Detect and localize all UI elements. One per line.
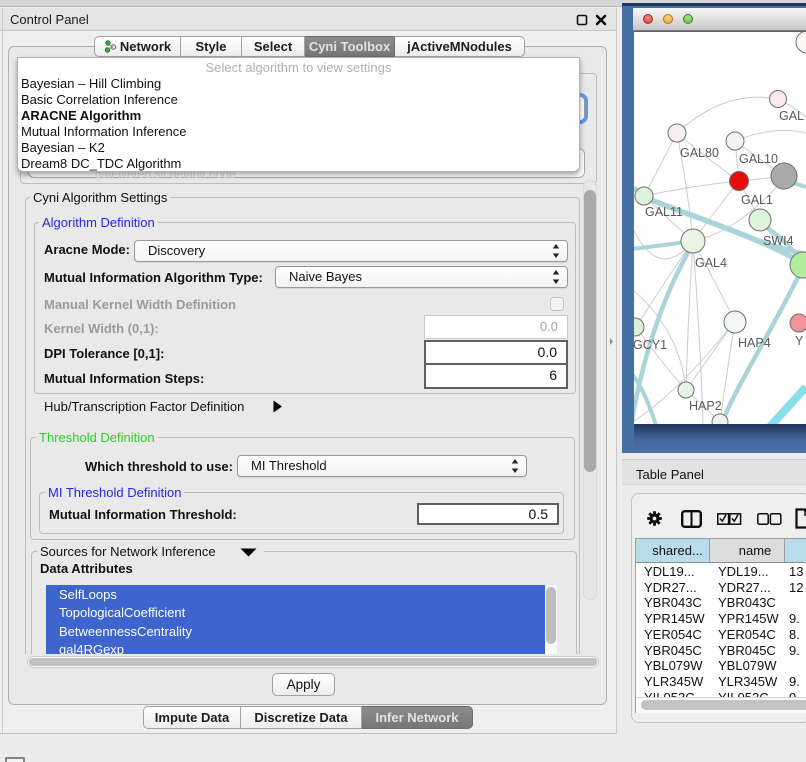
- svg-text:SWI4: SWI4: [763, 234, 794, 248]
- svg-text:GAL: GAL: [779, 109, 804, 123]
- svg-text:GCY1: GCY1: [634, 338, 667, 352]
- svg-text:HAP4: HAP4: [738, 336, 771, 350]
- svg-text:GAL80: GAL80: [680, 146, 719, 160]
- svg-text:GAL10: GAL10: [739, 152, 778, 166]
- svg-text:HAP2: HAP2: [689, 399, 722, 413]
- svg-text:GAL4: GAL4: [695, 256, 727, 270]
- svg-text:GAL11: GAL11: [645, 205, 683, 219]
- svg-text:GAL1: GAL1: [741, 193, 773, 207]
- svg-text:Y: Y: [795, 334, 804, 348]
